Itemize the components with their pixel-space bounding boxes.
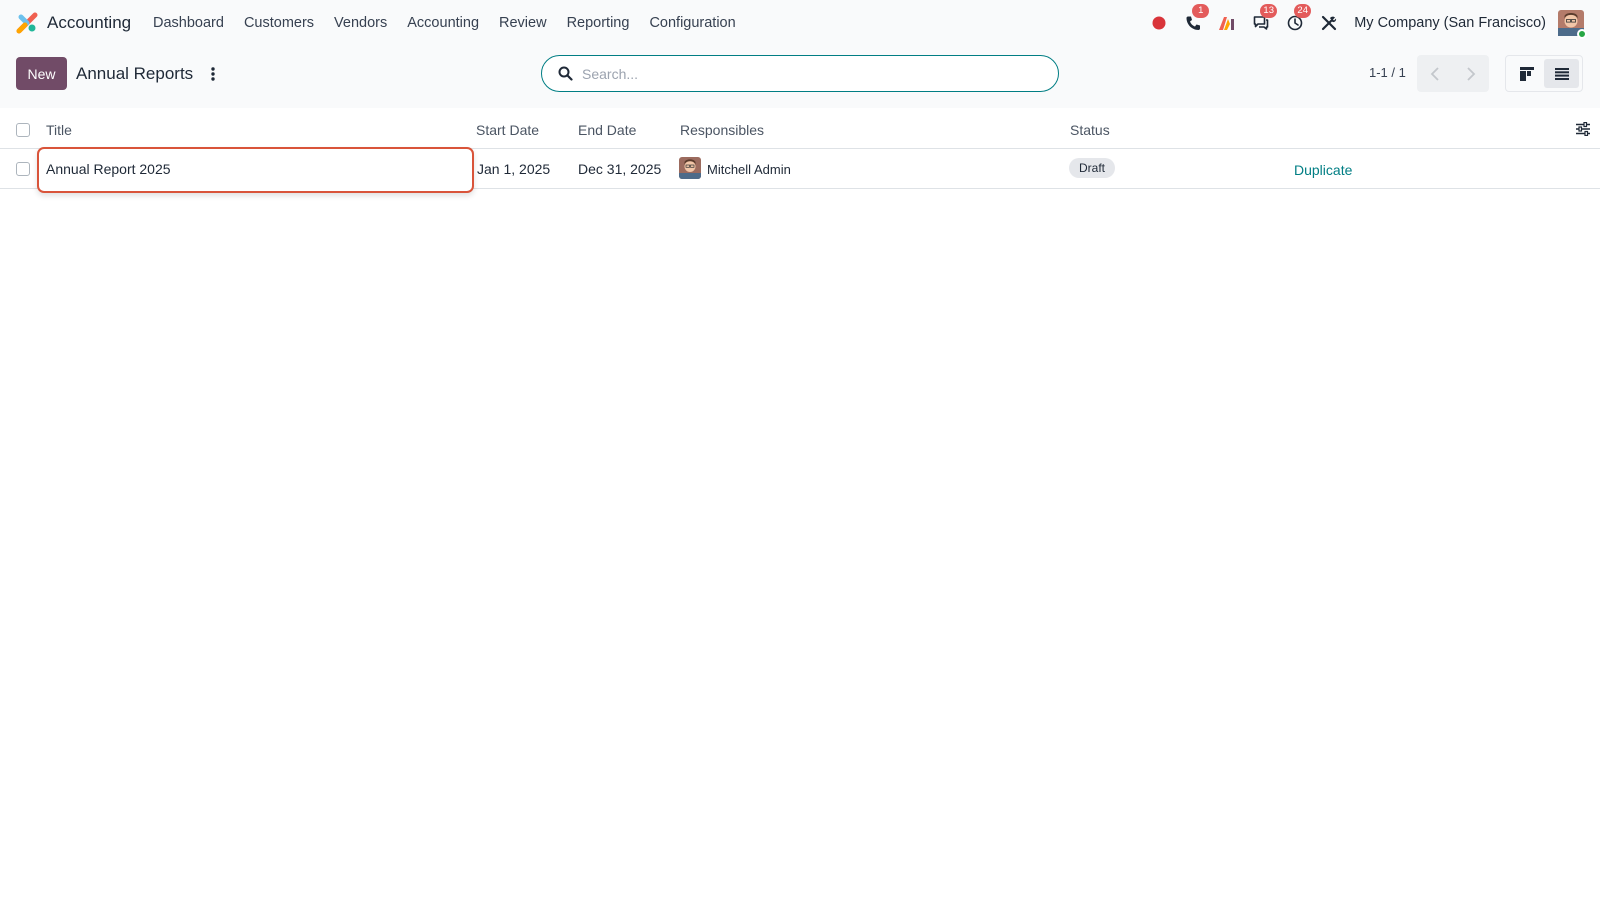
menu-review[interactable]: Review — [489, 15, 557, 31]
online-status-dot — [1577, 29, 1587, 39]
optional-columns-icon[interactable] — [1576, 122, 1590, 136]
menu-accounting[interactable]: Accounting — [397, 15, 489, 31]
status-badge: Draft — [1069, 158, 1116, 178]
list-view: Title Start Date End Date Responsibles S… — [0, 110, 1600, 193]
company-switcher[interactable]: My Company (San Francisco) — [1354, 15, 1546, 31]
table-row[interactable]: Annual Report 2025 Jan 1, 2025 Dec 31, 2… — [0, 147, 1600, 193]
activities-badge: 24 — [1294, 4, 1312, 18]
pager-next-button[interactable] — [1453, 55, 1489, 92]
view-switcher — [1505, 55, 1583, 92]
actions-menu-icon[interactable] — [206, 65, 220, 83]
kanban-icon — [1519, 66, 1534, 81]
menu-dashboard[interactable]: Dashboard — [143, 15, 234, 31]
menu-vendors[interactable]: Vendors — [324, 15, 397, 31]
user-avatar[interactable] — [1558, 10, 1587, 39]
recording-dot-icon[interactable] — [1148, 12, 1170, 34]
systray: 1 13 24 My Company (San Francisco) — [1136, 0, 1600, 46]
messages-icon[interactable]: 13 — [1250, 4, 1278, 34]
pager-buttons — [1417, 55, 1489, 92]
row-checkbox[interactable] — [16, 162, 30, 176]
column-start-date[interactable]: Start Date — [476, 122, 539, 138]
pager-value[interactable]: 1-1 / 1 — [1369, 65, 1406, 80]
search-bar[interactable] — [541, 55, 1059, 92]
search-icon — [558, 66, 573, 81]
duplicate-button[interactable]: Duplicate — [1294, 162, 1352, 178]
cell-end-date: Dec 31, 2025 — [578, 161, 662, 177]
ai-assistant-icon[interactable] — [1216, 12, 1238, 34]
main-menu: Dashboard Customers Vendors Accounting R… — [143, 0, 746, 46]
top-navbar: Accounting Dashboard Customers Vendors A… — [0, 0, 1600, 46]
app-name[interactable]: Accounting — [47, 13, 131, 33]
kanban-view-button[interactable] — [1509, 59, 1544, 88]
table-header: Title Start Date End Date Responsibles S… — [0, 110, 1600, 149]
column-responsibles[interactable]: Responsibles — [680, 122, 764, 138]
chevron-right-icon — [1467, 66, 1476, 81]
cell-responsible: Mitchell Admin — [707, 162, 791, 177]
column-status[interactable]: Status — [1070, 122, 1110, 138]
new-button[interactable]: New — [16, 57, 67, 90]
control-panel: New Annual Reports 1-1 / 1 — [0, 46, 1600, 108]
accounting-app-logo-icon[interactable] — [16, 12, 38, 34]
search-input[interactable] — [582, 64, 1042, 84]
column-title[interactable]: Title — [46, 122, 72, 138]
pager-previous-button[interactable] — [1417, 55, 1453, 92]
column-end-date[interactable]: End Date — [578, 122, 636, 138]
debug-tools-icon[interactable] — [1318, 12, 1340, 34]
list-icon — [1554, 67, 1569, 80]
menu-customers[interactable]: Customers — [234, 15, 324, 31]
phone-icon[interactable]: 1 — [1182, 4, 1210, 34]
select-all-checkbox[interactable] — [16, 123, 30, 137]
cell-start-date: Jan 1, 2025 — [477, 161, 551, 177]
list-view-button[interactable] — [1544, 59, 1579, 88]
calls-badge: 1 — [1192, 4, 1210, 18]
messages-badge: 13 — [1260, 4, 1278, 18]
responsible-avatar — [679, 157, 701, 179]
chevron-left-icon — [1430, 66, 1439, 81]
activities-clock-icon[interactable]: 24 — [1284, 4, 1312, 34]
cell-title[interactable]: Annual Report 2025 — [46, 161, 171, 177]
menu-reporting[interactable]: Reporting — [557, 15, 640, 31]
menu-configuration[interactable]: Configuration — [639, 15, 745, 31]
page-title: Annual Reports — [76, 64, 194, 83]
